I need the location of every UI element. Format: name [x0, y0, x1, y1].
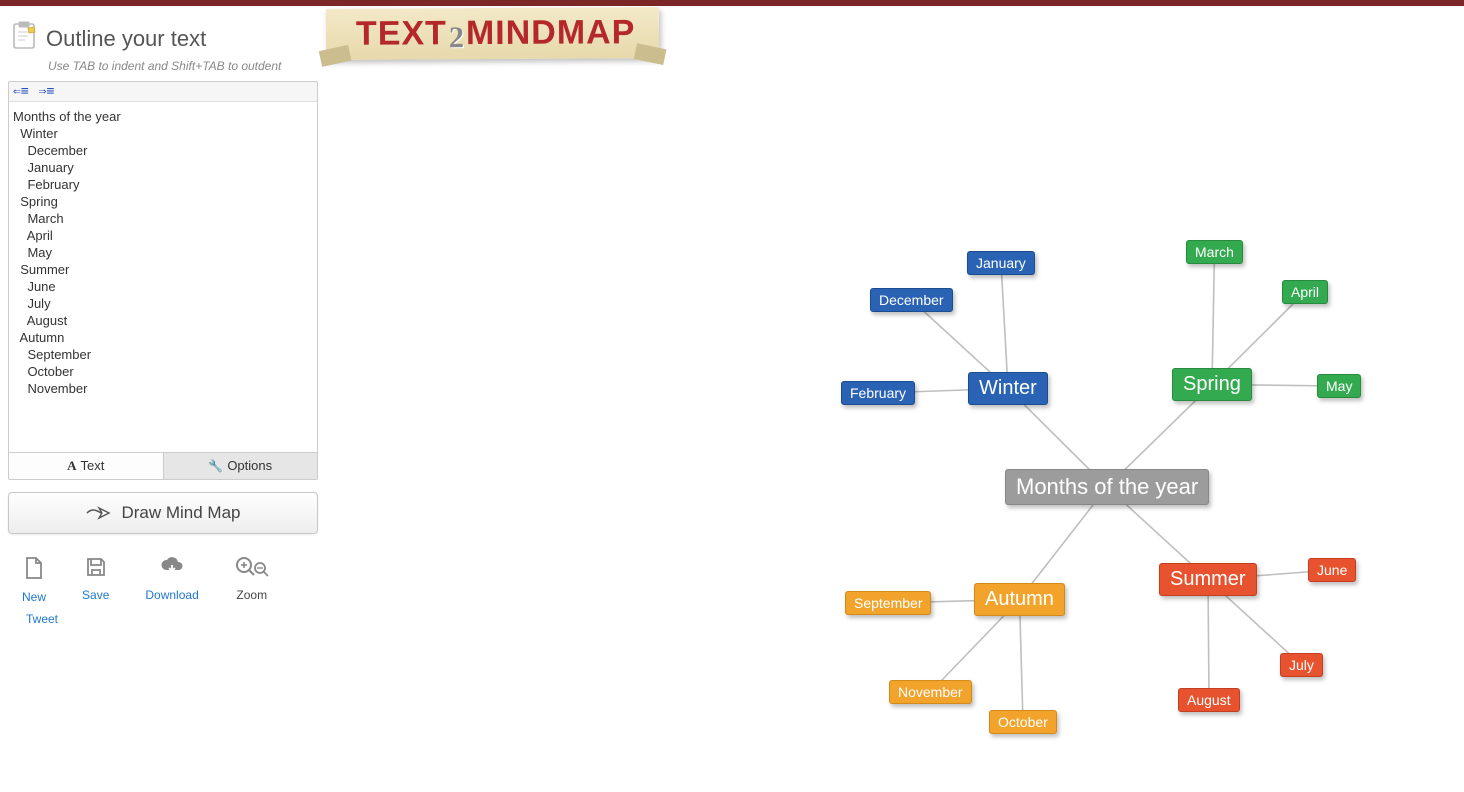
node-sep[interactable]: September [845, 591, 931, 615]
left-panel: Outline your text Use TAB to indent and … [8, 6, 318, 626]
download-label: Download [145, 588, 198, 602]
save-label: Save [82, 588, 109, 602]
tab-text-label: Text [81, 458, 105, 473]
draw-mindmap-button[interactable]: Draw Mind Map [8, 492, 318, 534]
node-may[interactable]: May [1317, 374, 1361, 398]
node-summer[interactable]: Summer [1159, 563, 1257, 596]
node-oct[interactable]: October [989, 710, 1057, 734]
node-winter[interactable]: Winter [968, 372, 1048, 405]
file-icon [23, 556, 45, 586]
node-aug[interactable]: August [1178, 688, 1240, 712]
node-apr[interactable]: April [1282, 280, 1328, 304]
mindmap-canvas[interactable]: Months of the year Winter December January F… [340, 12, 1464, 792]
clipboard-icon [10, 20, 38, 57]
editor-toolbar: ⇐≡ ⇒≡ [9, 82, 317, 102]
floppy-icon [85, 556, 107, 584]
tab-options[interactable]: 🔧 Options [164, 453, 318, 479]
node-jan[interactable]: January [967, 251, 1035, 275]
node-mar[interactable]: March [1186, 240, 1243, 264]
text-tab-icon: A [67, 458, 76, 473]
tweet-link[interactable]: Tweet [26, 612, 318, 626]
outline-hint: Use TAB to indent and Shift+TAB to outde… [48, 59, 318, 73]
node-nov[interactable]: November [889, 680, 972, 704]
resize-handle-icon[interactable] [302, 437, 314, 449]
node-root[interactable]: Months of the year [1005, 469, 1209, 505]
new-button[interactable]: New [22, 556, 46, 604]
arrow-right-icon [85, 505, 111, 521]
editor-box: ⇐≡ ⇒≡ Months of the year Winter December… [8, 81, 318, 480]
node-dec[interactable]: December [870, 288, 953, 312]
node-spring[interactable]: Spring [1172, 368, 1252, 401]
save-button[interactable]: Save [82, 556, 109, 604]
node-jul[interactable]: July [1280, 653, 1323, 677]
new-label: New [22, 590, 46, 604]
wrench-icon: 🔧 [208, 459, 223, 473]
draw-button-label: Draw Mind Map [121, 503, 240, 523]
node-autumn[interactable]: Autumn [974, 583, 1065, 616]
zoom-control[interactable]: Zoom [235, 556, 269, 604]
indent-button[interactable]: ⇒≡ [39, 84, 55, 99]
outline-editor[interactable]: Months of the year Winter December Janua… [9, 102, 317, 452]
node-jun[interactable]: June [1308, 558, 1356, 582]
outline-title: Outline your text [46, 26, 206, 52]
download-button[interactable]: Download [145, 556, 198, 604]
zoom-label: Zoom [236, 588, 267, 602]
zoom-icon [235, 556, 269, 584]
tab-options-label: Options [227, 458, 272, 473]
cloud-download-icon [159, 556, 185, 584]
tab-text[interactable]: A Text [9, 453, 164, 479]
node-feb[interactable]: February [841, 381, 915, 405]
outdent-button[interactable]: ⇐≡ [13, 84, 29, 99]
